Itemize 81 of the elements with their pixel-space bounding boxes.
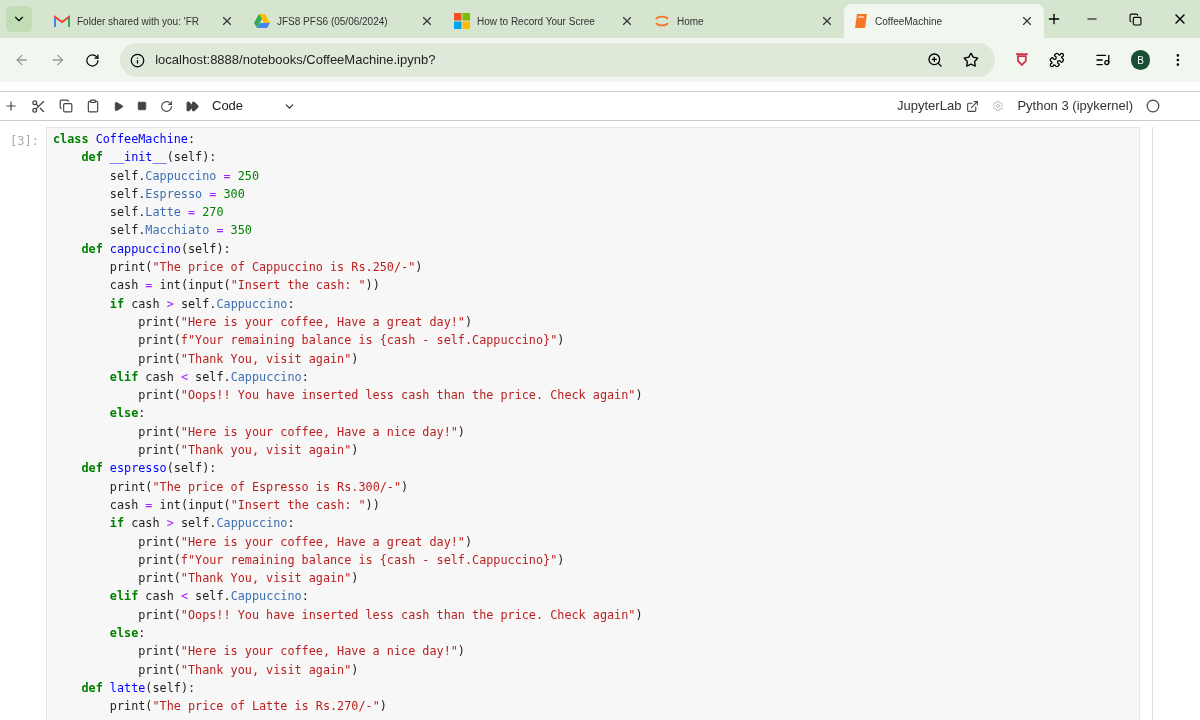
code-line: print(f"Your remaining balance is {cash - self.Cappuccino}") bbox=[137, 332, 565, 350]
close-icon[interactable] bbox=[420, 14, 434, 28]
code-line: self.Espresso = 300 bbox=[108, 185, 245, 203]
add-icon[interactable] bbox=[4, 99, 18, 113]
windows-logo-icon bbox=[454, 13, 470, 29]
notebook-icon bbox=[854, 13, 868, 29]
shield-icon[interactable] bbox=[1015, 53, 1030, 67]
code-line: def latte(self): bbox=[80, 679, 196, 697]
code-line: def espresso(self): bbox=[80, 460, 217, 478]
code-line: print("The price of Espresso is Rs.300/-") bbox=[108, 478, 409, 496]
restore-icon[interactable] bbox=[1129, 12, 1142, 26]
tab-title: CoffeeMachine bbox=[875, 14, 944, 29]
code-line: elif cash < self.Cappuccino: bbox=[108, 588, 309, 606]
gear-icon bbox=[992, 100, 1005, 112]
profile-avatar[interactable]: B bbox=[1130, 50, 1151, 70]
browser-tab[interactable]: How to Record Your Scree bbox=[444, 4, 644, 38]
code-line: def __init__(self): bbox=[80, 149, 217, 167]
code-line: print("Thank You, visit again") bbox=[137, 350, 359, 368]
code-line: else: bbox=[108, 405, 146, 423]
code-line: self.Cappuccino = 250 bbox=[108, 167, 260, 185]
code-line: if cash > self.Cappuccino: bbox=[108, 515, 295, 533]
code-line: print("Thank You, visit again") bbox=[137, 570, 359, 588]
clipboard-icon[interactable] bbox=[86, 99, 100, 113]
close-icon[interactable] bbox=[820, 14, 834, 28]
code-line: print("Oops!! You have inserted less cash than the price. Check again") bbox=[137, 606, 643, 624]
browser-tab[interactable]: Folder shared with you: 'FR bbox=[44, 4, 244, 38]
code-line: self.Macchiato = 350 bbox=[108, 222, 252, 240]
browser-tab[interactable]: Home bbox=[644, 4, 844, 38]
close-icon[interactable] bbox=[620, 14, 634, 28]
kernel-status-icon bbox=[1146, 99, 1160, 113]
code-line: print(f"Your remaining balance is {cash - self.Cappuccino}") bbox=[137, 551, 565, 569]
code-line: else: bbox=[108, 625, 146, 642]
external-link-icon bbox=[966, 99, 980, 113]
mail-icon bbox=[54, 15, 70, 27]
zoom-icon[interactable] bbox=[927, 52, 944, 68]
jupyterlab-link[interactable]: JupyterLab bbox=[897, 96, 962, 116]
code-line: print("Here is your coffee, Have a great day!") bbox=[137, 313, 473, 331]
media-icon[interactable] bbox=[1094, 52, 1111, 68]
reload-icon[interactable] bbox=[85, 52, 101, 68]
code-line: if cash > self.Cappuccino: bbox=[108, 295, 295, 313]
close-icon[interactable] bbox=[220, 14, 234, 28]
restart-icon[interactable] bbox=[160, 99, 173, 113]
tab-title: Home bbox=[677, 14, 705, 29]
url-text: localhost:8888/notebooks/CoffeeMachine.ipynb? bbox=[155, 51, 437, 70]
star-icon[interactable] bbox=[963, 52, 980, 68]
tab-title: JFS8 PFS6 (05/06/2024) bbox=[277, 14, 389, 29]
code-line: elif cash < self.Cappuccino: bbox=[108, 368, 309, 386]
tab-search-button[interactable] bbox=[6, 6, 32, 32]
code-line: print("The price of Latte is Rs.270/-") bbox=[108, 698, 387, 716]
code-line: class CoffeeMachine: bbox=[53, 131, 196, 148]
code-line: self.Latte = 270 bbox=[108, 204, 224, 222]
puzzle-icon[interactable] bbox=[1049, 52, 1065, 68]
stop-icon[interactable] bbox=[137, 101, 147, 111]
new-tab-icon[interactable] bbox=[1046, 11, 1062, 27]
copy-icon[interactable] bbox=[59, 99, 73, 113]
browser-tab[interactable]: JFS8 PFS6 (05/06/2024) bbox=[244, 4, 444, 38]
code-line: cash = int(input("Insert the cash: ")) bbox=[108, 277, 380, 295]
cell-type-dropdown[interactable]: Code bbox=[212, 96, 296, 116]
drive-icon bbox=[254, 14, 270, 28]
code-line: print("Here is your coffee, Have a nice day!") bbox=[137, 643, 465, 661]
code-line: print("Oops!! You have inserted less cash than the price. Check again") bbox=[137, 387, 643, 405]
code-cell[interactable] bbox=[46, 127, 1140, 720]
run-all-icon[interactable] bbox=[186, 99, 199, 113]
arcs-icon bbox=[654, 13, 670, 29]
scissors-icon[interactable] bbox=[31, 98, 46, 114]
code-line: print("The price of Cappuccino is Rs.250/-") bbox=[108, 259, 423, 277]
kernel-name[interactable]: Python 3 (ipykernel) bbox=[1017, 96, 1133, 116]
execution-count: [3]: bbox=[9, 133, 40, 150]
code-line: cash = int(input("Insert the cash: ")) bbox=[108, 496, 380, 514]
browser-tab[interactable]: CoffeeMachine bbox=[844, 4, 1044, 38]
close-icon[interactable] bbox=[1020, 14, 1034, 28]
info-icon bbox=[130, 52, 146, 68]
code-line: def cappuccino(self): bbox=[80, 240, 231, 258]
run-icon[interactable] bbox=[113, 100, 124, 112]
tab-title: Folder shared with you: 'FR bbox=[77, 14, 200, 29]
code-line: print("Thank you, visit again") bbox=[137, 442, 359, 460]
address-bar[interactable]: localhost:8888/notebooks/CoffeeMachine.ipynb? bbox=[120, 43, 996, 77]
tab-title: How to Record Your Scree bbox=[477, 14, 596, 29]
code-line: print("Here is your coffee, Have a nice day!") bbox=[137, 423, 465, 441]
code-line: print("Thank you, visit again") bbox=[137, 661, 359, 679]
code-line: print("Here is your coffee, Have a great day!") bbox=[137, 533, 473, 551]
